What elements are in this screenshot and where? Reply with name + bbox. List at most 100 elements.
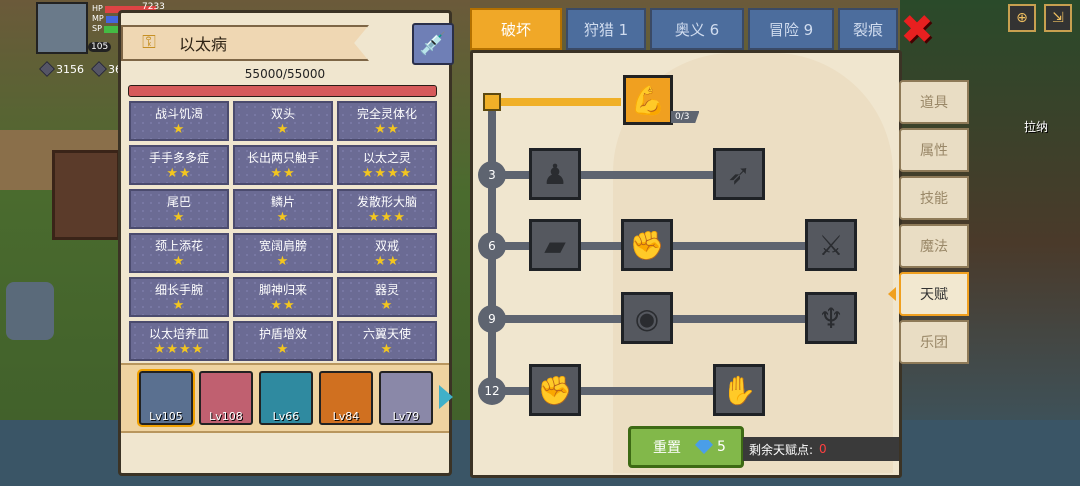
trait-name: 护盾增效 <box>258 327 307 341</box>
party-member[interactable]: Lv66 <box>259 371 313 425</box>
arrow-icon: ➶ <box>727 157 751 191</box>
trait-name: 双头 <box>270 107 295 121</box>
star-icon: ★ <box>276 122 290 137</box>
side-tab-1[interactable]: 属性 <box>899 128 969 172</box>
fist-icon: ✊ <box>629 228 665 262</box>
trait-card[interactable]: 器灵 ★ <box>337 277 437 317</box>
trait-name: 双戒 <box>374 239 399 253</box>
star-icon: ★★ <box>270 166 296 181</box>
side-tab-3[interactable]: 魔法 <box>899 224 969 268</box>
star-icon: ★ <box>380 298 394 313</box>
trait-name: 发散形大脑 <box>356 195 417 209</box>
star-icon: ★★ <box>374 122 400 137</box>
talent-tabs: 破坏 狩猎 1 奥义 6 冒险 9 裂痕 <box>470 8 902 50</box>
armor-skill[interactable]: ▰ <box>529 219 581 271</box>
hp-text: 55000/55000 <box>244 67 326 81</box>
hp-bar <box>128 85 437 97</box>
grip-skill[interactable]: ✋ <box>713 364 765 416</box>
star-icon: ★★ <box>270 298 296 313</box>
trait-card[interactable]: 脚神归来 ★★ <box>233 277 333 317</box>
trait-card[interactable]: 长出两只触手 ★★ <box>233 145 333 185</box>
party-member[interactable]: Lv108 <box>199 371 253 425</box>
tab-1[interactable]: 狩猎 1 <box>566 8 646 50</box>
trait-card[interactable]: 宽阔肩膀 ★ <box>233 233 333 273</box>
syringe-icon: 💉 <box>419 31 447 57</box>
trait-card[interactable]: 发散形大脑 ★★★ <box>337 189 437 229</box>
player-portrait[interactable] <box>36 2 88 54</box>
side-menu: 道具 属性 技能 魔法 天赋 乐团 <box>899 80 969 364</box>
sp-label: SP <box>92 24 102 33</box>
cube-icon <box>39 61 55 77</box>
trait-card[interactable]: 战斗饥渴 ★ <box>129 101 229 141</box>
player-level: 105 <box>88 42 112 52</box>
figure-icon: ♟ <box>542 157 568 191</box>
party-member[interactable]: Lv105 <box>137 369 195 427</box>
tier-6-node: 6 <box>478 232 506 260</box>
trait-card[interactable]: 尾巴 ★ <box>129 189 229 229</box>
tab-0[interactable]: 破坏 <box>470 8 562 50</box>
rock <box>6 282 54 340</box>
tier-12-node: 12 <box>478 377 506 405</box>
mp-label: MP <box>92 14 104 23</box>
trait-card[interactable]: 手手多多症 ★★ <box>129 145 229 185</box>
hp-label: HP <box>92 4 103 13</box>
reset-button[interactable]: 重置 5 <box>628 426 744 468</box>
trait-card[interactable]: 以太之灵 ★★★★ <box>337 145 437 185</box>
party-member[interactable]: Lv79 <box>379 371 433 425</box>
trait-card[interactable]: 细长手腕 ★ <box>129 277 229 317</box>
wing-skill[interactable]: ♆ <box>805 292 857 344</box>
orb-icon: ◉ <box>634 301 660 335</box>
star-icon: ★ <box>276 210 290 225</box>
trait-name: 战斗饥渴 <box>154 107 203 121</box>
power-fist-skill[interactable]: ✊ <box>529 364 581 416</box>
trait-grid: 战斗饥渴 ★ 双头 ★ 完全灵体化 ★★ 手手多多症 ★★ 长出两只触手 ★★ 以太之灵 ★★★★ 尾巴… <box>129 101 438 361</box>
body-skill[interactable]: ♟ <box>529 148 581 200</box>
syringe-button[interactable]: 💉 <box>412 23 454 65</box>
star-icon: ★ <box>276 254 290 269</box>
trait-card[interactable]: 护盾增效 ★ <box>233 321 333 361</box>
slash-skill[interactable]: ⚔ <box>805 219 857 271</box>
tier-9-node: 9 <box>478 305 506 333</box>
globe-icon[interactable]: ⊕ <box>1008 4 1036 32</box>
tab-4[interactable]: 裂痕 <box>838 8 898 50</box>
side-tab-2[interactable]: 技能 <box>899 176 969 220</box>
trait-card[interactable]: 双头 ★ <box>233 101 333 141</box>
trait-card[interactable]: 完全灵体化 ★★ <box>337 101 437 141</box>
root-node <box>483 93 501 111</box>
side-tab-5[interactable]: 乐团 <box>899 320 969 364</box>
party-member[interactable]: Lv84 <box>319 371 373 425</box>
tab-3[interactable]: 冒险 9 <box>748 8 834 50</box>
tab-2[interactable]: 奥义 6 <box>650 8 744 50</box>
arm-wrestle-skill[interactable]: 💪 <box>623 75 673 125</box>
remaining-points: 剩余天赋点: 0 <box>743 437 899 461</box>
star-icon: ★★ <box>374 254 400 269</box>
close-icon[interactable]: ✖ <box>900 10 934 50</box>
hand-icon: ✋ <box>721 373 757 407</box>
tier-3-node: 3 <box>478 161 506 189</box>
diamond-icon <box>695 440 713 454</box>
trait-name: 脚神归来 <box>258 283 307 297</box>
trait-name: 以太培养皿 <box>148 327 209 341</box>
hp-bar-fill <box>129 86 436 96</box>
stat-1: 3156 <box>39 61 84 77</box>
side-tab-0[interactable]: 道具 <box>899 80 969 124</box>
trait-card[interactable]: 颈上添花 ★ <box>129 233 229 273</box>
arrow-skill[interactable]: ➶ <box>713 148 765 200</box>
trait-name: 尾巴 <box>166 195 191 209</box>
npc-name: 拉纳 <box>1024 120 1049 134</box>
exit-icon[interactable]: ⇲ <box>1044 4 1072 32</box>
trait-card[interactable]: 双戒 ★★ <box>337 233 437 273</box>
party-member-level: Lv108 <box>209 410 243 423</box>
cube-icon <box>91 61 107 77</box>
shop-building <box>52 150 120 240</box>
shockwave-skill[interactable]: ◉ <box>621 292 673 344</box>
trait-name: 完全灵体化 <box>356 107 417 121</box>
talent-tree-panel: 💪 0/3 3 ♟ ➶ 6 ▰ ✊ ⚔ 9 ◉ ♆ 12 ✊ ✋ 重置 5 剩余… <box>470 50 902 478</box>
next-arrow-icon[interactable] <box>439 385 453 409</box>
trait-card[interactable]: 鳞片 ★ <box>233 189 333 229</box>
trait-card[interactable]: 以太培养皿 ★★★★ <box>129 321 229 361</box>
star-icon: ★ <box>380 342 394 357</box>
trait-card[interactable]: 六翼天使 ★ <box>337 321 437 361</box>
fist-skill[interactable]: ✊ <box>621 219 673 271</box>
side-tab-4[interactable]: 天赋 <box>899 272 969 316</box>
